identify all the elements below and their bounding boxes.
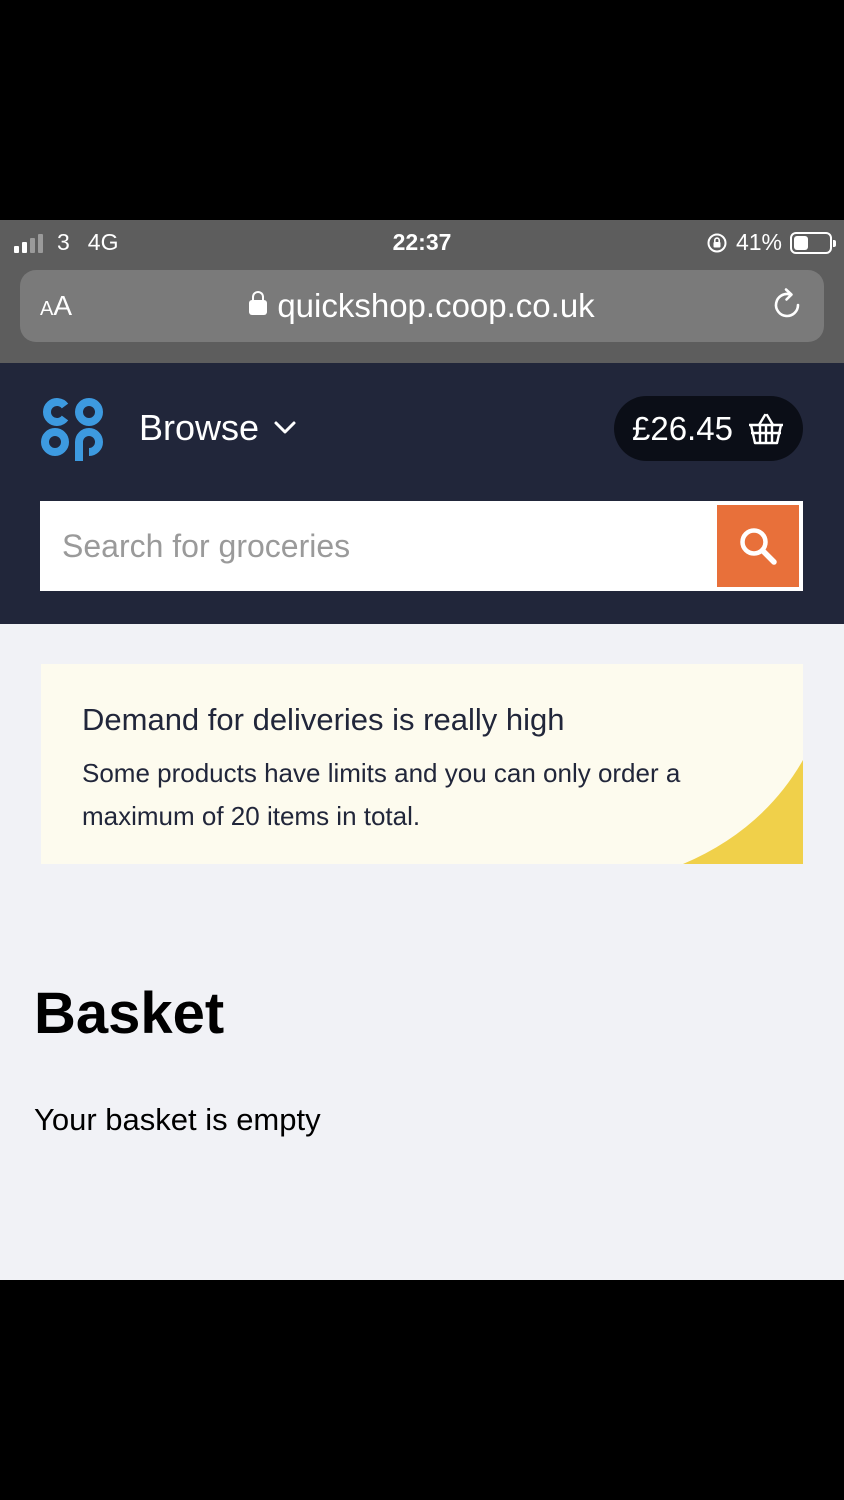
reload-icon[interactable] bbox=[768, 286, 806, 324]
notice-body: Some products have limits and you can on… bbox=[82, 758, 681, 831]
screen: 3 4G 22:37 41% AA quickshop.coop.co.uk B… bbox=[0, 220, 844, 1280]
url-display[interactable]: quickshop.coop.co.uk bbox=[20, 287, 824, 325]
basket-heading: Basket bbox=[34, 981, 225, 1046]
url-text: quickshop.coop.co.uk bbox=[277, 287, 595, 324]
site-header: Browse £26.45 bbox=[0, 363, 844, 624]
battery-icon bbox=[790, 231, 836, 254]
browse-menu-button[interactable]: Browse bbox=[139, 407, 297, 449]
search-input[interactable] bbox=[62, 503, 712, 589]
coop-logo[interactable] bbox=[40, 395, 106, 461]
delivery-demand-notice: Demand for deliveries is really high Som… bbox=[41, 664, 803, 864]
chevron-down-icon bbox=[274, 421, 296, 434]
address-bar[interactable]: AA quickshop.coop.co.uk bbox=[20, 270, 824, 342]
search-icon bbox=[740, 528, 777, 565]
status-bar: 3 4G 22:37 41% bbox=[0, 220, 844, 264]
empty-basket-message: Your basket is empty bbox=[34, 1102, 321, 1137]
browser-chrome: 3 4G 22:37 41% AA quickshop.coop.co.uk bbox=[0, 220, 844, 363]
status-right: 41% bbox=[706, 229, 836, 256]
lock-icon bbox=[249, 291, 268, 315]
browse-label: Browse bbox=[139, 407, 260, 448]
basket-total: £26.45 bbox=[632, 409, 733, 447]
search-button[interactable] bbox=[717, 505, 799, 587]
search-bar bbox=[40, 501, 803, 591]
battery-level bbox=[794, 235, 808, 250]
basket-total-button[interactable]: £26.45 bbox=[614, 396, 803, 461]
notice-title: Demand for deliveries is really high bbox=[82, 702, 565, 737]
battery-percent: 41% bbox=[735, 229, 782, 255]
orientation-lock-icon bbox=[707, 233, 727, 252]
basket-icon bbox=[748, 413, 783, 444]
notice-accent-shape bbox=[683, 760, 803, 864]
